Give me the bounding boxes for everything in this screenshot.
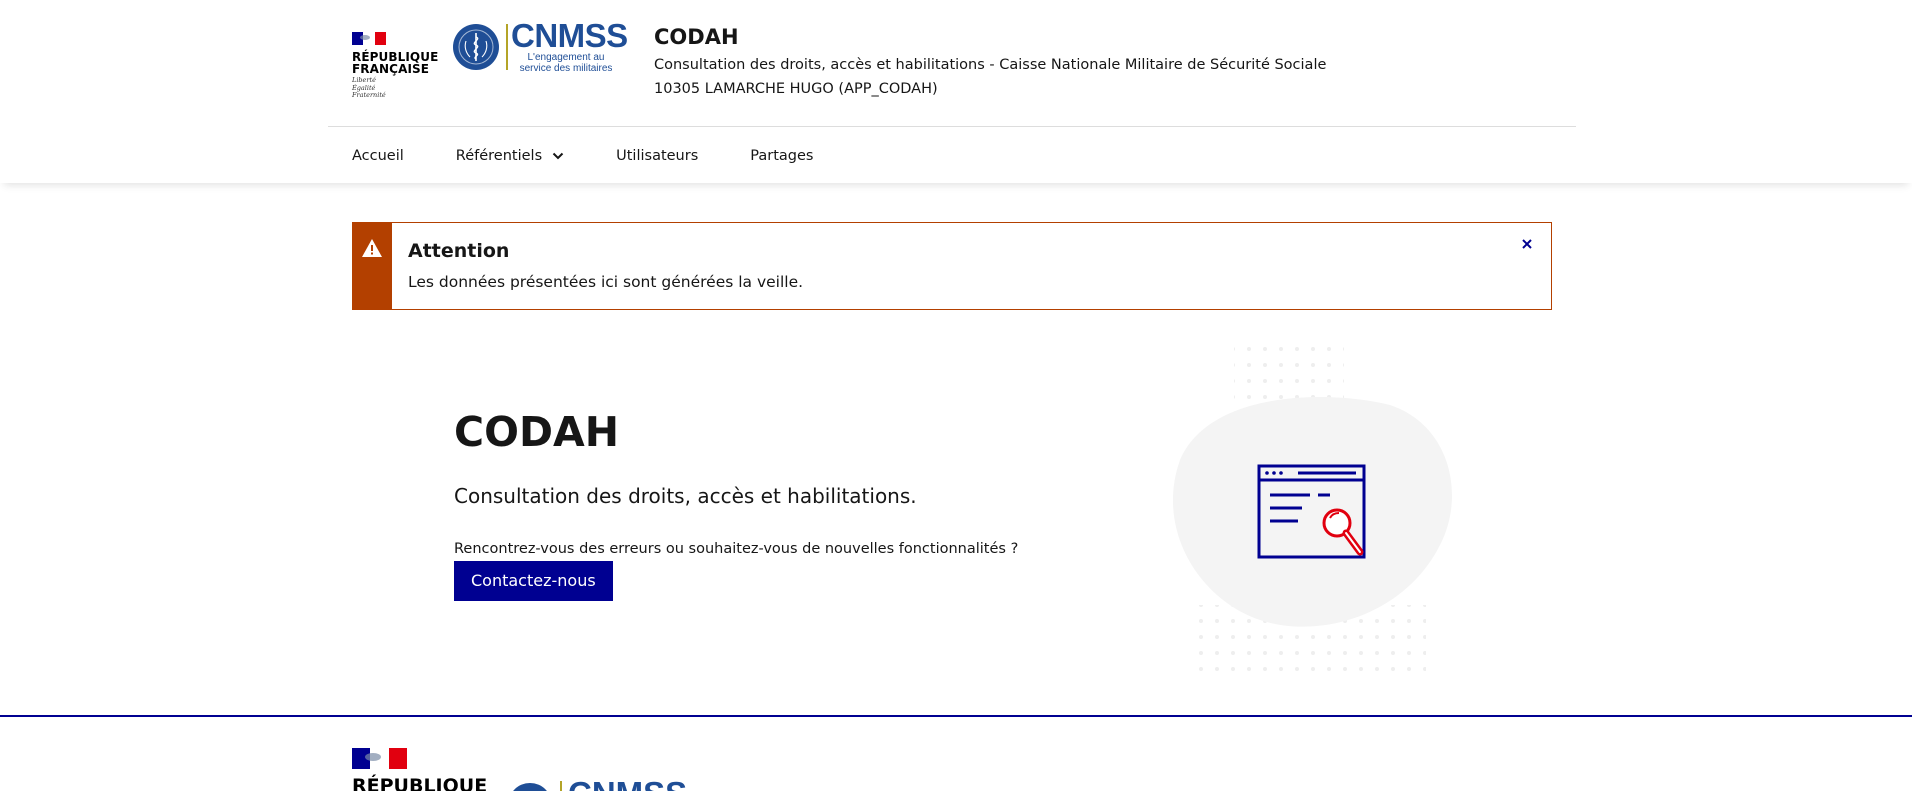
- site-footer: RÉPUBLIQUE CNMSS: [0, 715, 1912, 791]
- illustration: [1150, 330, 1470, 685]
- marianne-flag-icon: [352, 748, 407, 769]
- footer-cnmss-title: CNMSS: [568, 781, 687, 791]
- republic-motto: Liberté Égalité Fraternité: [352, 76, 386, 99]
- warning-alert: Attention Les données présentées ici son…: [352, 222, 1552, 310]
- footer-republique-francaise-logo[interactable]: RÉPUBLIQUE: [352, 748, 487, 791]
- hero-lead: Consultation des droits, accès et habili…: [454, 484, 917, 508]
- site-header: RÉPUBLIQUE FRANÇAISE Liberté Égalité Fra…: [0, 0, 1912, 183]
- hero-title: CODAH: [454, 408, 620, 456]
- document-search-icon: [1172, 340, 1453, 675]
- republic-name: RÉPUBLIQUE FRANÇAISE: [352, 50, 439, 76]
- cnmss-emblem-icon: [453, 24, 499, 70]
- service-tagline: Consultation des droits, accès et habili…: [654, 57, 1327, 73]
- nav-item-label: Accueil: [352, 147, 404, 164]
- marianne-flag-icon: [352, 32, 386, 45]
- hero-question: Rencontrez-vous des erreurs ou souhaitez…: [454, 541, 1019, 557]
- nav-item-accueil[interactable]: Accueil: [352, 128, 404, 183]
- nav-item-referentiels[interactable]: Référentiels: [456, 128, 564, 183]
- cnmss-logo[interactable]: CNMSS L'engagement au service des milita…: [453, 18, 653, 74]
- service-title[interactable]: CODAH: [654, 24, 1326, 50]
- footer-cnmss-logo[interactable]: CNMSS: [508, 781, 708, 791]
- close-icon: [1522, 234, 1532, 253]
- chevron-down-icon: [552, 148, 564, 164]
- contact-button[interactable]: Contactez-nous: [454, 561, 613, 601]
- nav-item-partages[interactable]: Partages: [750, 128, 813, 183]
- cnmss-title: CNMSS: [511, 17, 628, 54]
- alert-text: Les données présentées ici sont générées…: [408, 273, 804, 291]
- user-info: 10305 LAMARCHE HUGO (APP_CODAH): [654, 81, 938, 97]
- republique-francaise-logo[interactable]: RÉPUBLIQUE FRANÇAISE Liberté Égalité Fra…: [352, 32, 439, 100]
- alert-icon-bar: [352, 222, 392, 310]
- header-brand-area: RÉPUBLIQUE FRANÇAISE Liberté Égalité Fra…: [328, 0, 1576, 127]
- cnmss-divider: [560, 781, 562, 791]
- warning-icon: [361, 238, 383, 310]
- nav-item-utilisateurs[interactable]: Utilisateurs: [616, 128, 698, 183]
- alert-close-button[interactable]: [1519, 235, 1535, 251]
- service-info: CODAH Consultation des droits, accès et …: [654, 24, 1326, 99]
- nav-item-label: Partages: [750, 147, 814, 164]
- cnmss-emblem-icon: [508, 783, 552, 791]
- cnmss-tagline: L'engagement au service des militaires: [519, 52, 613, 74]
- footer-republic-name: RÉPUBLIQUE: [352, 775, 488, 791]
- nav-item-label: Utilisateurs: [616, 147, 699, 164]
- main-navigation: Accueil Référentiels Utilisateurs Partag…: [328, 128, 865, 183]
- alert-title: Attention: [408, 240, 510, 262]
- cnmss-divider: [506, 24, 508, 70]
- nav-item-label: Référentiels: [455, 147, 543, 164]
